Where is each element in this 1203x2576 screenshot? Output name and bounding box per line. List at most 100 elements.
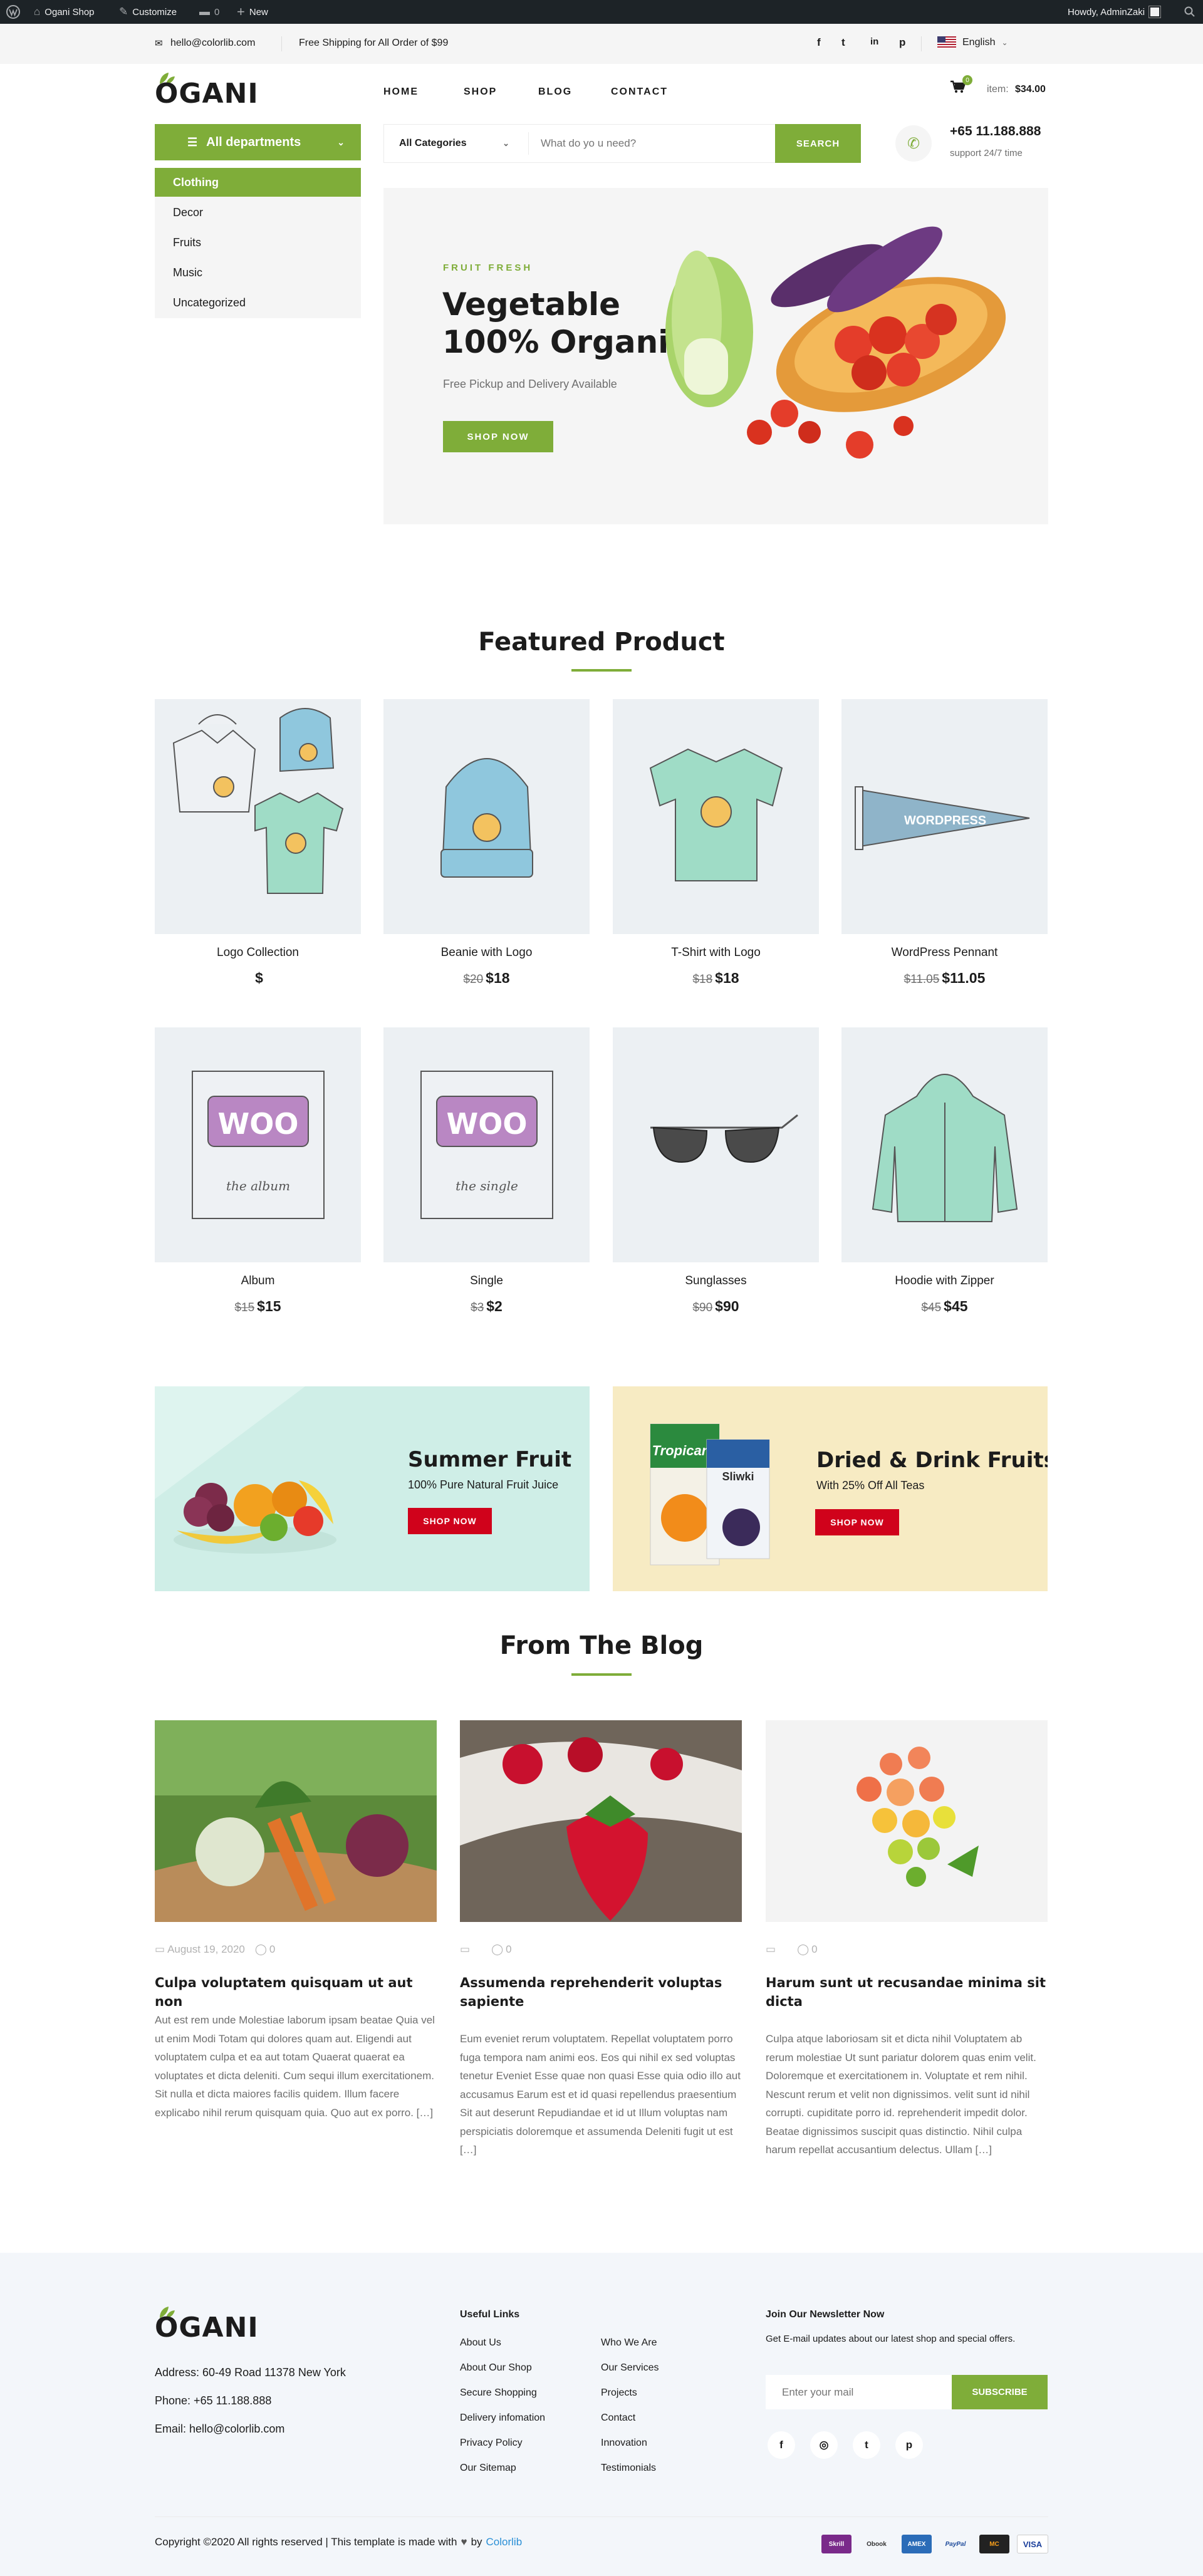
product-name[interactable]: Beanie with Logo (383, 946, 590, 960)
subscribe-button[interactable]: SUBSCRIBE (952, 2375, 1048, 2409)
cart-button[interactable]: 0 (950, 75, 972, 97)
footer-link[interactable]: Secure Shopping (460, 2387, 537, 2399)
album-woo-text: WOO (218, 1107, 299, 1141)
divider (281, 36, 282, 51)
nav-contact[interactable]: CONTACT (611, 86, 668, 98)
mastercard-icon: MC (979, 2535, 1009, 2553)
linkedin-icon[interactable]: in (870, 36, 878, 47)
search-form: All Categories ⌄ (383, 124, 778, 163)
all-departments-button[interactable]: ☰ All departments ⌄ (155, 124, 361, 160)
chevron-down-icon: ⌄ (503, 138, 509, 148)
newsletter-email-input[interactable] (766, 2375, 952, 2409)
blog-post-title[interactable]: Harum sunt ut recusandae minima sit dict… (766, 1973, 1048, 2011)
hero-vegetables-image (665, 226, 1006, 459)
hero-shop-now-button[interactable]: SHOP NOW (443, 421, 553, 452)
blog-meta: ▭ ◯ 0 (766, 1943, 818, 1955)
hero-banner: FRUIT FRESH Vegetable 100% Organic Free … (383, 188, 1048, 524)
search-category-select[interactable]: All Categories ⌄ (384, 125, 528, 162)
blog-post-excerpt: Eum eveniet rerum voluptatem. Repellat v… (460, 2033, 741, 2156)
blog-meta: ▭ ◯ 0 (460, 1943, 512, 1955)
nav-home[interactable]: HOME (383, 86, 419, 98)
footer-link[interactable]: Testimonials (601, 2463, 656, 2474)
blog-post-title[interactable]: Culpa voluptatem quisquam ut aut non (155, 1973, 437, 2011)
hero-kicker: FRUIT FRESH (443, 262, 533, 273)
footer-link[interactable]: Our Services (601, 2362, 659, 2374)
pinterest-icon[interactable]: p (895, 2431, 923, 2459)
language-selector[interactable]: English ⌄ (937, 36, 1008, 49)
search-icon[interactable] (1184, 0, 1195, 24)
paypal-icon: PayPal (945, 2540, 966, 2548)
search-button[interactable]: SEARCH (775, 124, 861, 163)
divider (528, 132, 529, 155)
banner-subtitle: 100% Pure Natural Fruit Juice (408, 1478, 559, 1491)
blog-image[interactable] (155, 1720, 437, 1922)
product-image[interactable]: WOO the single (383, 1027, 590, 1262)
product-image[interactable] (613, 1027, 819, 1262)
dried-fruits-banner[interactable]: Tropicana Sliwki Dried & Drink Fruits Wi… (613, 1386, 1048, 1591)
comment-icon: ◯ (254, 1943, 267, 1955)
product-name[interactable]: Hoodie with Zipper (841, 1274, 1048, 1288)
footer-link[interactable]: About Us (460, 2337, 501, 2349)
wordpress-icon[interactable] (6, 0, 20, 24)
product-price: $20 $18 (463, 970, 510, 986)
footer-link[interactable]: Privacy Policy (460, 2438, 523, 2449)
product-price: $15 $15 (234, 1298, 281, 1314)
product-name[interactable]: Album (155, 1274, 361, 1288)
footer-link[interactable]: Projects (601, 2387, 637, 2399)
blog-post-title[interactable]: Assumenda reprehenderit voluptas sapient… (460, 1973, 742, 2011)
footer-link[interactable]: Contact (601, 2412, 635, 2424)
search-input[interactable] (541, 125, 766, 162)
support-hours: support 24/7 time (950, 148, 1023, 158)
footer-link[interactable]: Delivery infomation (460, 2412, 545, 2424)
footer-link[interactable]: About Our Shop (460, 2362, 532, 2374)
admin-account[interactable]: Howdy, AdminZaki (1068, 0, 1162, 24)
nav-shop[interactable]: SHOP (464, 86, 497, 98)
admin-customize-link[interactable]: ✎ Customize (119, 0, 177, 24)
admin-comments-link[interactable]: ▬ 0 (199, 0, 219, 24)
facebook-icon[interactable]: f (817, 36, 821, 49)
category-clothing[interactable]: Clothing (173, 176, 219, 189)
product-image[interactable]: WOO the album (155, 1027, 361, 1262)
twitter-icon[interactable]: t (853, 2431, 880, 2459)
category-decor[interactable]: Decor (173, 206, 203, 219)
facebook-icon[interactable]: f (768, 2431, 795, 2459)
product-name[interactable]: Sunglasses (613, 1274, 819, 1288)
chevron-down-icon: ⌄ (1001, 38, 1008, 47)
product-image[interactable] (383, 699, 590, 934)
comment-icon: ▬ (199, 6, 210, 18)
category-fruits[interactable]: Fruits (173, 236, 201, 249)
product-image[interactable] (613, 699, 819, 934)
category-list: Clothing Decor Fruits Music Uncategorize… (155, 168, 361, 318)
skrill-icon: Skrill (821, 2535, 851, 2553)
banner-shop-now-button[interactable]: SHOP NOW (815, 1509, 899, 1535)
product-name[interactable]: T-Shirt with Logo (613, 946, 819, 960)
category-uncategorized[interactable]: Uncategorized (173, 296, 246, 309)
category-music[interactable]: Music (173, 266, 202, 279)
product-image[interactable] (155, 699, 361, 934)
product-name[interactable]: Single (383, 1274, 590, 1288)
product-name[interactable]: WordPress Pennant (841, 946, 1048, 960)
footer-link[interactable]: Our Sitemap (460, 2463, 516, 2474)
blog-image[interactable] (460, 1720, 742, 1922)
footer-link[interactable]: Innovation (601, 2438, 647, 2449)
blog-post-excerpt: Culpa atque laboriosam sit et dicta nihi… (766, 2033, 1036, 2156)
summer-fruit-banner[interactable]: Summer Fruit 100% Pure Natural Fruit Jui… (155, 1386, 590, 1591)
banner-subtitle: With 25% Off All Teas (816, 1479, 925, 1492)
admin-new-link[interactable]: + New (237, 0, 268, 24)
banner-shop-now-button[interactable]: SHOP NOW (408, 1508, 492, 1534)
product-image[interactable]: WORDPRESS (841, 699, 1048, 934)
product-name[interactable]: Logo Collection (155, 946, 361, 960)
pinterest-icon[interactable]: p (899, 36, 905, 49)
colorlib-link[interactable]: Colorlib (486, 2536, 523, 2548)
admin-site-link[interactable]: ⌂ Ogani Shop (34, 0, 95, 24)
blog-image[interactable] (766, 1720, 1048, 1922)
nav-blog[interactable]: BLOG (538, 86, 572, 98)
twitter-icon[interactable]: t (841, 36, 845, 49)
product-price: $90 $90 (692, 1298, 739, 1314)
top-bar: ✉ hello@colorlib.com Free Shipping for A… (0, 24, 1203, 64)
calendar-icon: ▭ (460, 1943, 471, 1955)
instagram-icon[interactable]: ◎ (810, 2431, 838, 2459)
footer-link[interactable]: Who We Are (601, 2337, 657, 2349)
product-price: $ (255, 970, 263, 986)
product-image[interactable] (841, 1027, 1048, 1262)
